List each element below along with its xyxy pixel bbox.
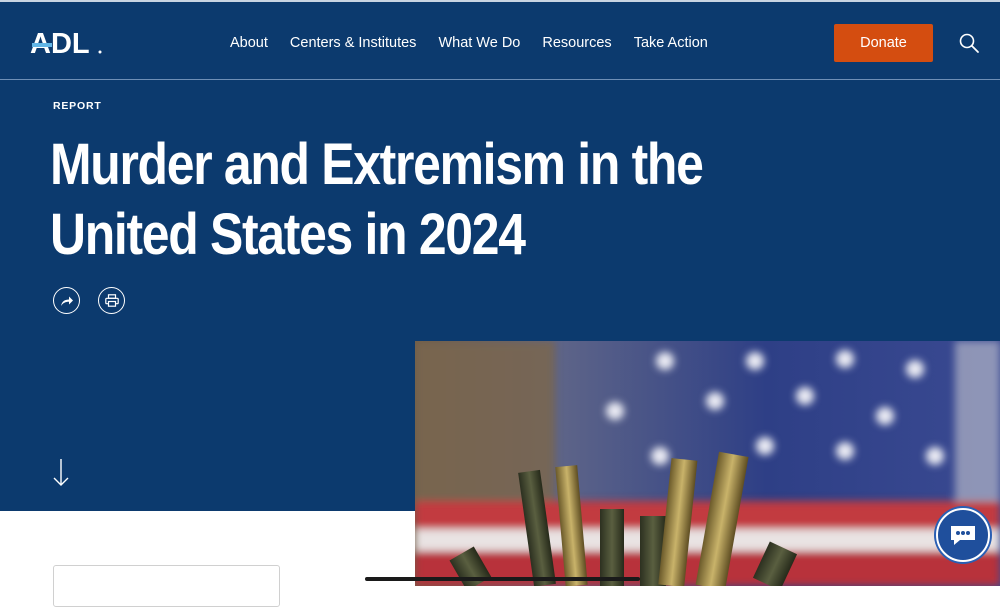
site-header: ADL About Centers & Institutes What We D… xyxy=(0,2,1000,79)
logo-accent-bar xyxy=(32,43,52,47)
nav-resources[interactable]: Resources xyxy=(542,34,611,52)
chat-bubble-icon xyxy=(951,526,975,545)
nav-take-action[interactable]: Take Action xyxy=(634,34,708,52)
logo-dot xyxy=(98,50,102,54)
search-icon[interactable] xyxy=(958,32,980,54)
content-type-label: REPORT xyxy=(53,100,102,112)
content-box xyxy=(53,565,280,607)
page-title: Murder and Extremism in the United State… xyxy=(50,132,704,267)
horizontal-scrollbar[interactable] xyxy=(365,577,640,581)
arrow-down-icon[interactable] xyxy=(52,458,70,488)
share-arrow-icon xyxy=(60,296,73,306)
nav-what-we-do[interactable]: What We Do xyxy=(438,34,520,52)
bullet-casings-flag-image xyxy=(415,341,1000,586)
nav-about[interactable]: About xyxy=(230,34,268,52)
nav-centers-institutes[interactable]: Centers & Institutes xyxy=(290,34,417,52)
printer-icon xyxy=(104,294,119,307)
header-divider xyxy=(0,79,1000,80)
donate-button[interactable]: Donate xyxy=(834,24,933,62)
adl-logo[interactable]: ADL xyxy=(30,27,106,57)
chat-button[interactable] xyxy=(936,508,990,562)
print-button[interactable] xyxy=(98,287,125,314)
main-nav: About Centers & Institutes What We Do Re… xyxy=(230,34,730,52)
share-button[interactable] xyxy=(53,287,80,314)
logo-text: ADL xyxy=(30,28,90,57)
hero-image xyxy=(415,341,1000,586)
